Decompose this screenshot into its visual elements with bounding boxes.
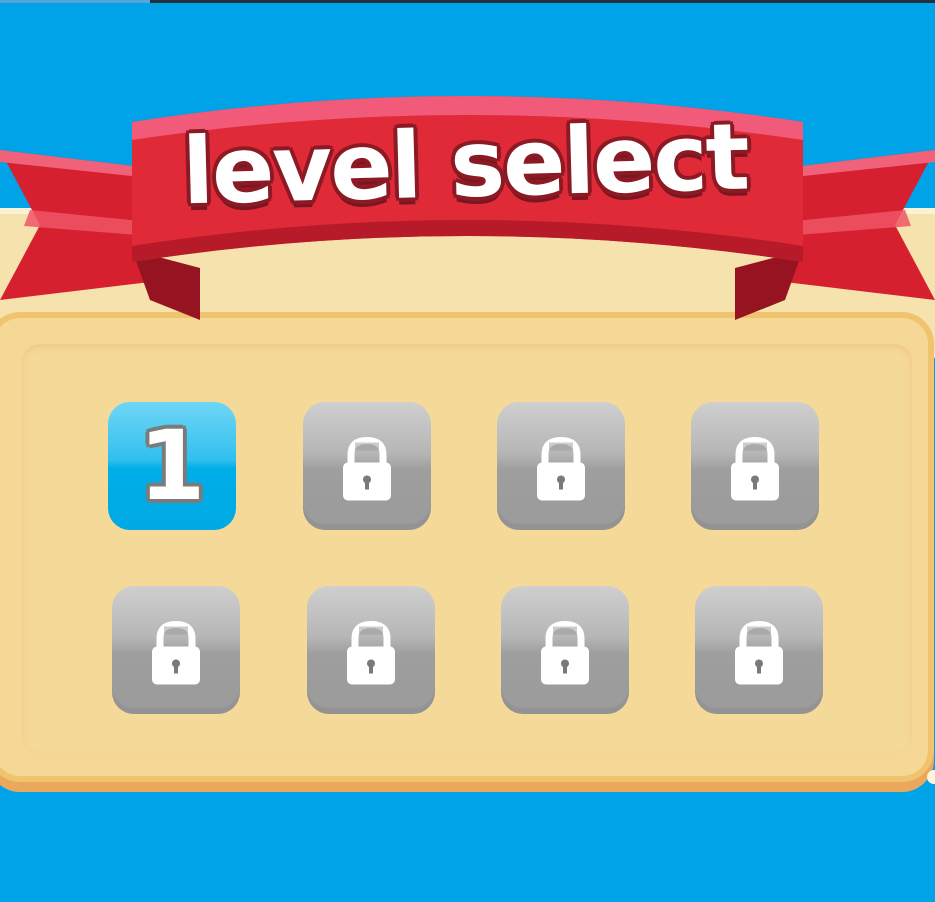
level-tile-locked[interactable] xyxy=(695,586,823,714)
level-tile-locked[interactable] xyxy=(112,586,240,714)
padlock-icon xyxy=(343,436,391,501)
screen-title: level select xyxy=(180,103,750,225)
level-tile-locked[interactable] xyxy=(307,586,435,714)
level-number: 1 xyxy=(138,410,206,522)
level-tile-locked[interactable] xyxy=(303,402,431,530)
level-tile-locked[interactable] xyxy=(501,586,629,714)
padlock-icon xyxy=(735,620,783,685)
level-tile-unlocked[interactable]: 1 xyxy=(108,402,236,530)
level-tile-locked[interactable] xyxy=(497,402,625,530)
padlock-icon xyxy=(541,620,589,685)
padlock-icon xyxy=(152,620,200,685)
padlock-icon xyxy=(347,620,395,685)
padlock-icon xyxy=(537,436,585,501)
level-tile-locked[interactable] xyxy=(691,402,819,530)
panel-corner-dot xyxy=(927,770,935,784)
padlock-icon xyxy=(731,436,779,501)
